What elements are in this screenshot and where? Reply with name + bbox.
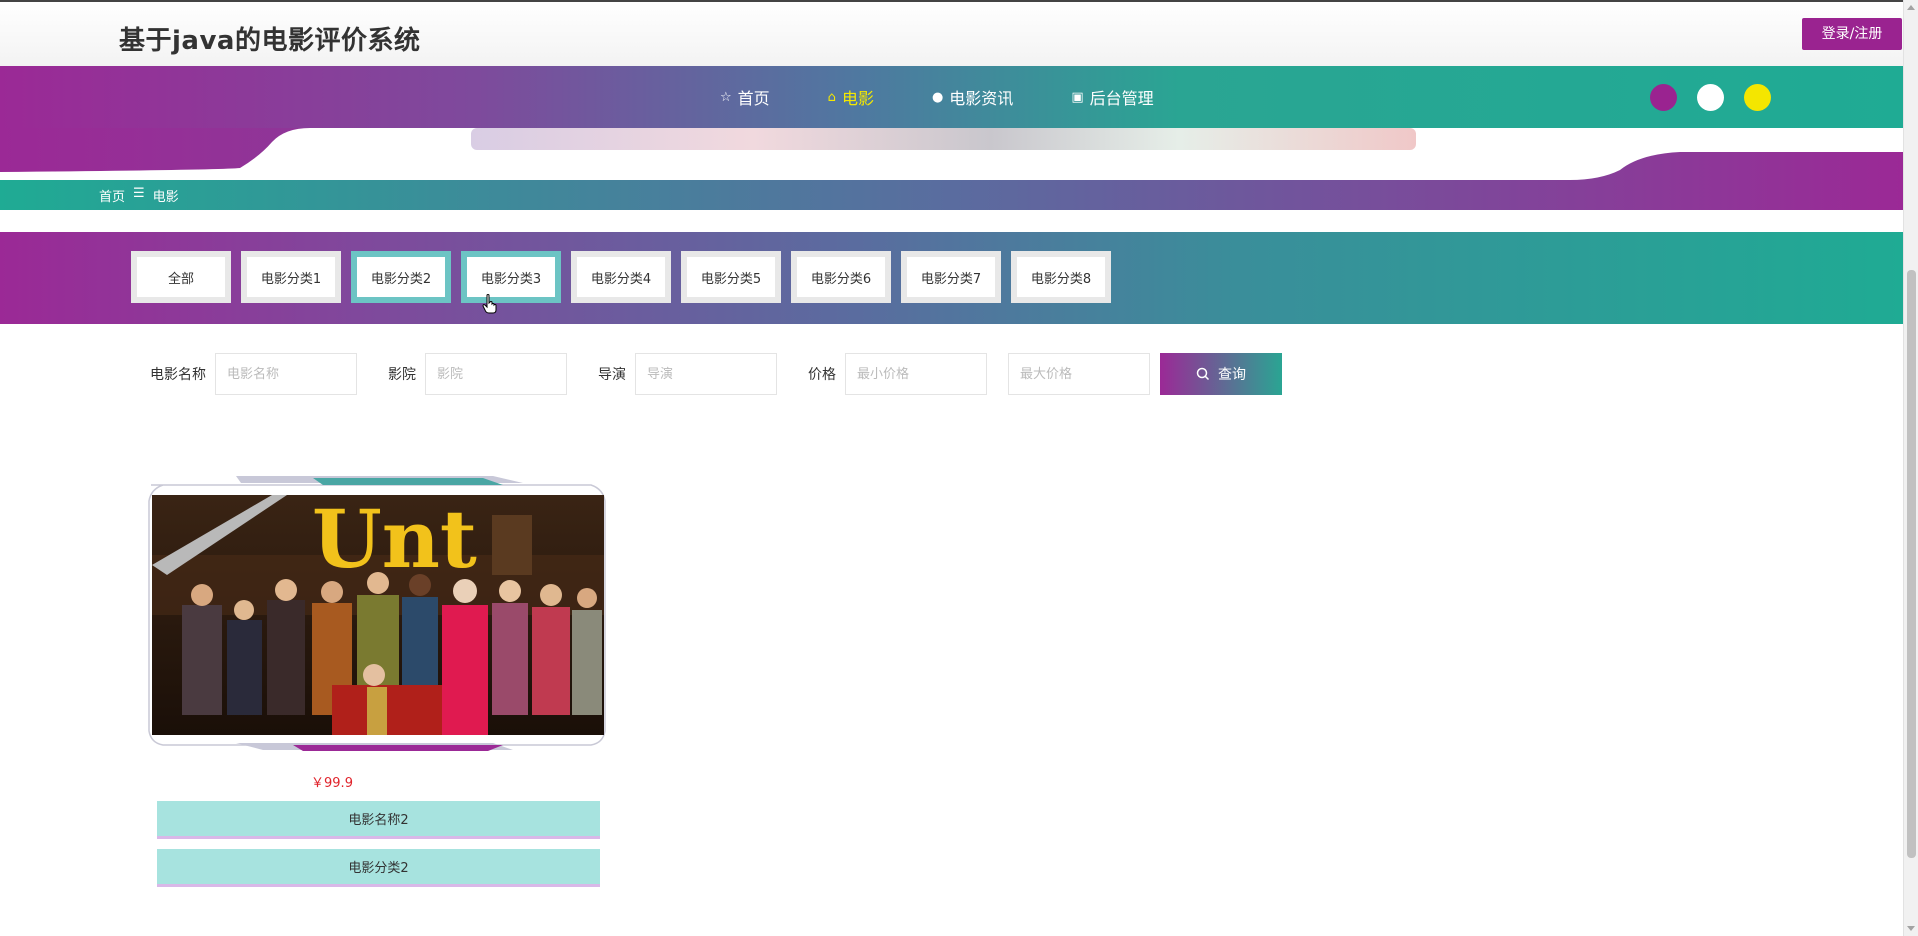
movie-card[interactable]: Unt ￥99.9 电影名称2 电影分类2 [143,475,611,887]
hand-cursor-icon [482,294,497,314]
scroll-down-arrow-icon[interactable] [1907,926,1915,931]
category-label: 电影分类2 [357,257,445,297]
movie-name-label: 电影名称 [150,367,206,383]
nav-item-label: 电影资讯 [949,89,1014,108]
admin-icon: ▣ [1071,89,1084,105]
category-label: 电影分类6 [797,257,885,297]
movie-category[interactable]: 电影分类2 [157,849,600,887]
theme-yellow-dot[interactable] [1744,84,1771,111]
category-label: 电影分类5 [687,257,775,297]
scroll-up-arrow-icon[interactable] [1907,5,1915,10]
page: 基于java的电影评价系统 登录/注册 ☆ 首页 ⌂ 电影 ● 电影资讯 ▣ 后… [0,0,1918,936]
max-price-input[interactable] [1008,353,1150,395]
breadcrumb-home[interactable]: 首页 [99,186,125,205]
category-7[interactable]: 电影分类7 [901,251,1001,303]
category-filter: 全部 电影分类1 电影分类2 电影分类3 电影分类4 电影分类5 电影分类6 电… [0,232,1903,324]
min-price-input[interactable] [845,353,987,395]
theme-switcher [1650,84,1771,111]
nav-item-label: 首页 [737,89,770,108]
nav-item-label: 电影 [841,89,874,108]
theme-purple-dot[interactable] [1650,84,1677,111]
cinema-input[interactable] [425,353,567,395]
nav-item-news[interactable]: ● 电影资讯 [932,85,1013,109]
login-register-button[interactable]: 登录/注册 [1802,18,1902,50]
category-label: 全部 [137,257,225,297]
scrollbar[interactable] [1903,0,1918,936]
category-8[interactable]: 电影分类8 [1011,251,1111,303]
category-4[interactable]: 电影分类4 [571,251,671,303]
category-1[interactable]: 电影分类1 [241,251,341,303]
category-2[interactable]: 电影分类2 [351,251,451,303]
theme-white-dot[interactable] [1697,84,1724,111]
price-label: 价格 [808,367,836,383]
nav-item-label: 后台管理 [1089,89,1154,108]
nav-item-movies[interactable]: ⌂ 电影 [828,85,874,109]
info-icon: ● [931,89,944,105]
movie-name-input[interactable] [215,353,357,395]
movie-price: ￥99.9 [311,776,353,791]
category-label: 电影分类3 [467,257,555,297]
breadcrumb: 首页 ☰ 电影 [0,180,1903,208]
star-icon: ☆ [720,89,732,105]
bag-icon: ⌂ [827,89,836,105]
nav-item-admin[interactable]: ▣ 后台管理 [1071,85,1153,109]
breadcrumb-current: 电影 [152,190,179,205]
main-nav: ☆ 首页 ⌂ 电影 ● 电影资讯 ▣ 后台管理 [0,66,1903,128]
search-form: 电影名称 影院 导演 价格 查询 [150,353,1282,395]
category-3[interactable]: 电影分类3 [461,251,561,303]
movie-name[interactable]: 电影名称2 [157,801,600,839]
search-button-label: 查询 [1218,366,1246,382]
director-input[interactable] [635,353,777,395]
cinema-label: 影院 [388,367,416,383]
scroll-thumb[interactable] [1907,270,1916,858]
breadcrumb-separator-icon: ☰ [133,186,145,201]
movie-poster-image[interactable]: Unt [152,495,604,735]
category-label: 电影分类7 [907,257,995,297]
category-all[interactable]: 全部 [131,251,231,303]
search-icon [1196,367,1210,381]
category-label: 电影分类1 [247,257,335,297]
category-label: 电影分类8 [1017,257,1105,297]
director-label: 导演 [598,367,626,383]
category-6[interactable]: 电影分类6 [791,251,891,303]
poster-title: Unt [312,495,477,586]
top-header: 基于java的电影评价系统 登录/注册 [0,0,1903,66]
nav-item-home[interactable]: ☆ 首页 [720,85,770,109]
category-label: 电影分类4 [577,257,665,297]
search-button[interactable]: 查询 [1160,353,1282,395]
category-5[interactable]: 电影分类5 [681,251,781,303]
site-title: 基于java的电影评价系统 [119,26,421,56]
poster-frame: Unt [143,475,611,751]
